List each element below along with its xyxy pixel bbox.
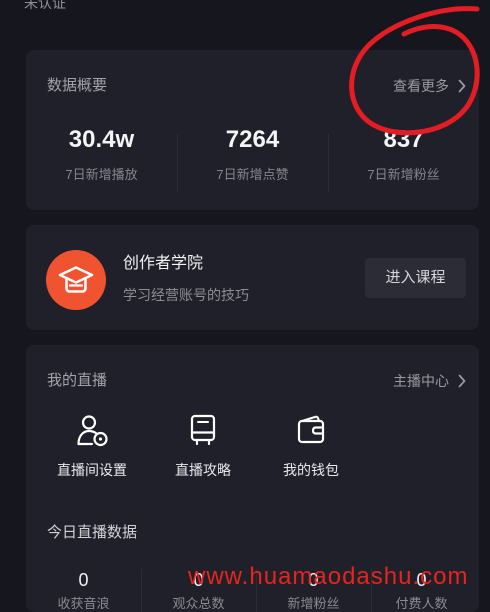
stat-value: 0 bbox=[78, 570, 89, 590]
stat-value: 7264 bbox=[225, 126, 280, 153]
enter-course-button[interactable]: 进入课程 bbox=[365, 258, 466, 298]
my-wallet-button[interactable]: 我的钱包 bbox=[256, 413, 366, 480]
live-guide-label: 直播攻略 bbox=[175, 462, 231, 478]
streamer-center-label: 主播中心 bbox=[393, 373, 449, 389]
stat-new-followers: 837 7日新增粉丝 bbox=[328, 120, 479, 200]
today-live-data-title: 今日直播数据 bbox=[47, 524, 138, 541]
view-more-link[interactable]: 查看更多 bbox=[393, 76, 466, 96]
guide-icon bbox=[186, 413, 220, 447]
stat-label: 付费人数 bbox=[395, 596, 448, 611]
live-guide-button[interactable]: 直播攻略 bbox=[148, 413, 258, 480]
stat-label: 7日新增点赞 bbox=[216, 167, 289, 182]
stat-label: 收获音浪 bbox=[57, 596, 110, 611]
verification-status: 未认证 bbox=[24, 0, 114, 13]
view-more-label: 查看更多 bbox=[393, 78, 449, 94]
stat-value: 30.4w bbox=[68, 126, 135, 153]
stat-label: 新增粉丝 bbox=[287, 596, 340, 611]
watermark: www.huamaodashu.com bbox=[188, 563, 469, 590]
data-overview-card: 数据概要 查看更多 30.4w 7日新增播放 7264 7日新增点赞 837 7… bbox=[26, 50, 479, 210]
creator-academy-card: 创作者学院 学习经营账号的技巧 进入课程 bbox=[26, 225, 479, 330]
stat-sound-waves: 0 收获音浪 bbox=[26, 570, 141, 612]
stat-new-plays: 30.4w 7日新增播放 bbox=[26, 120, 177, 200]
live-room-settings-label: 直播间设置 bbox=[57, 462, 127, 478]
live-room-settings-button[interactable]: 直播间设置 bbox=[37, 413, 147, 480]
user-settings-icon bbox=[75, 413, 109, 447]
data-overview-title: 数据概要 bbox=[47, 77, 108, 94]
stat-label: 7日新增粉丝 bbox=[367, 167, 440, 182]
overview-stats: 30.4w 7日新增播放 7264 7日新增点赞 837 7日新增粉丝 bbox=[26, 120, 479, 200]
chevron-right-icon bbox=[458, 79, 466, 93]
wallet-icon bbox=[294, 413, 328, 447]
stat-label: 7日新增播放 bbox=[65, 167, 138, 182]
academy-icon-badge bbox=[46, 250, 106, 310]
stat-value: 837 bbox=[383, 126, 424, 153]
my-live-title: 我的直播 bbox=[47, 372, 108, 389]
academy-title: 创作者学院 bbox=[123, 255, 204, 272]
my-wallet-label: 我的钱包 bbox=[283, 462, 339, 478]
stat-label: 观众总数 bbox=[172, 596, 225, 611]
chevron-right-icon bbox=[458, 374, 466, 388]
graduation-cap-icon bbox=[58, 266, 94, 293]
stat-new-likes: 7264 7日新增点赞 bbox=[177, 120, 328, 200]
verification-status-label: 未认证 bbox=[24, 0, 66, 11]
academy-subtitle: 学习经营账号的技巧 bbox=[123, 287, 249, 303]
streamer-center-link[interactable]: 主播中心 bbox=[393, 371, 466, 391]
